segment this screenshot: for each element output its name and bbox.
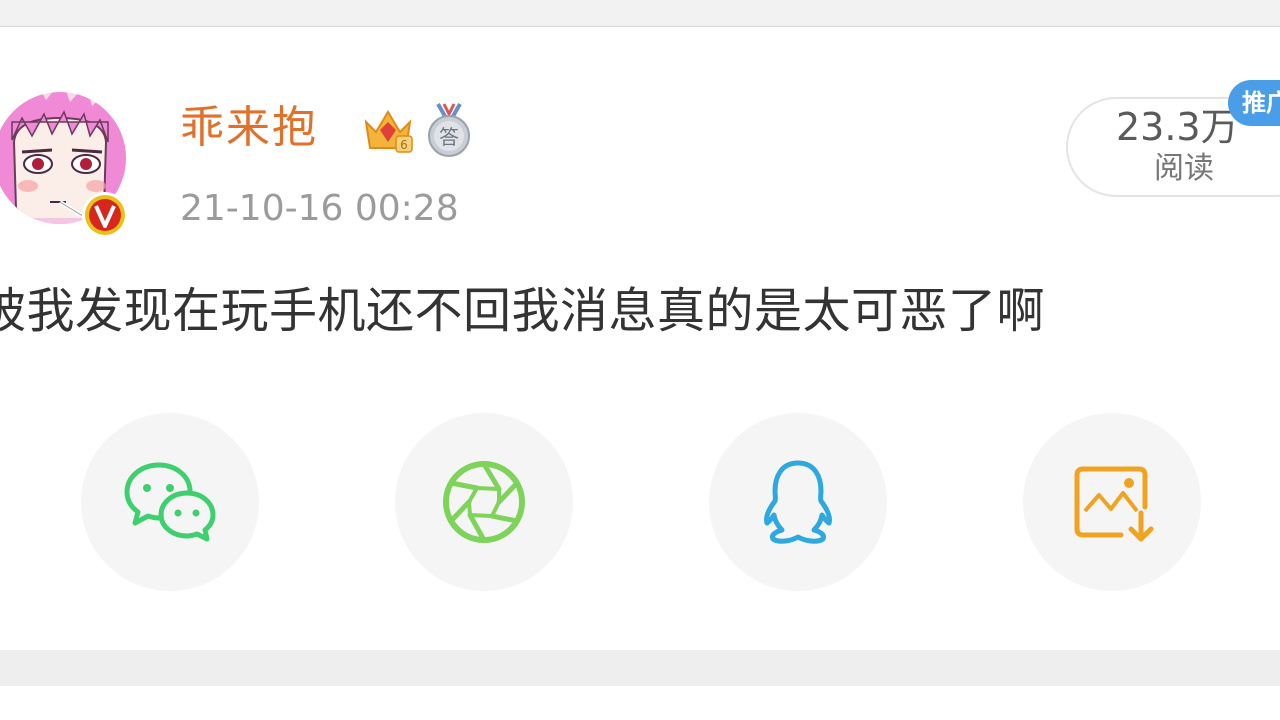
share-qq-button[interactable] [709, 413, 887, 591]
share-wechat-button[interactable] [81, 413, 259, 591]
read-count-value: 23.3万 [1116, 105, 1239, 149]
post-text: 被我发现在玩手机还不回我消息真的是太可恶了啊 [0, 283, 1046, 339]
crown-level-icon: 6 [364, 110, 413, 153]
verified-v-badge-icon [82, 192, 128, 238]
bottom-divider [0, 650, 1280, 686]
username[interactable]: 乖来抱 [180, 98, 318, 158]
read-count-label: 阅读 [1154, 151, 1214, 186]
qq-penguin-icon [764, 460, 832, 544]
svg-text:答: 答 [439, 125, 459, 149]
bottom-area [0, 686, 1280, 720]
moments-aperture-icon [443, 461, 525, 543]
post-timestamp: 21-10-16 00:28 [180, 188, 459, 229]
top-status-bar [0, 0, 1280, 27]
promo-badge[interactable]: 推广 [1228, 80, 1280, 126]
wechat-icon [124, 462, 216, 542]
answer-medal-icon: 答 [428, 103, 470, 157]
save-image-icon [1074, 466, 1154, 542]
svg-text:6: 6 [400, 138, 408, 152]
share-save-image-button[interactable] [1023, 413, 1201, 591]
share-moments-button[interactable] [395, 413, 573, 591]
